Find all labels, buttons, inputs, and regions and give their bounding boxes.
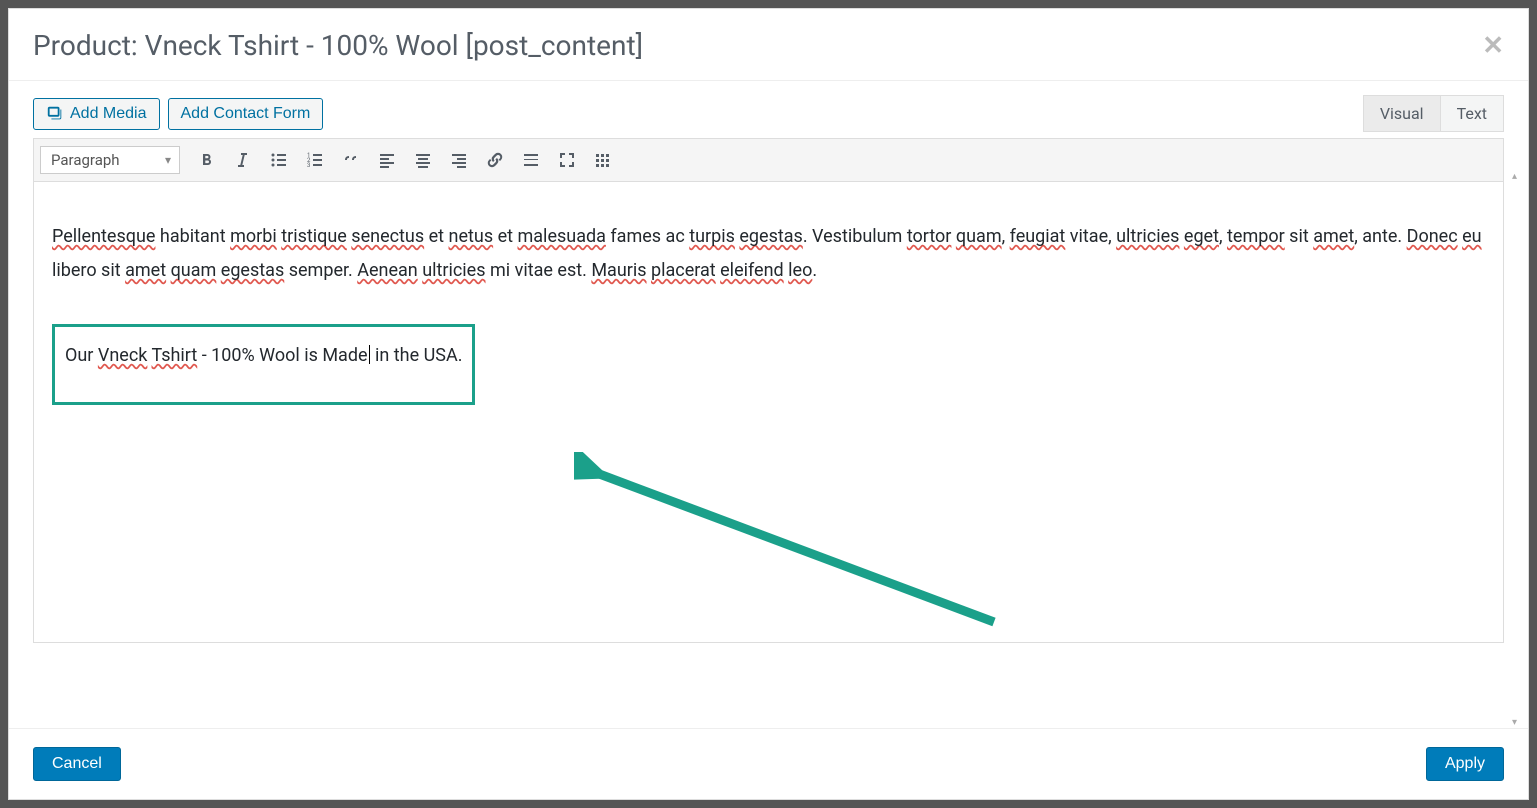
content-paragraph-1[interactable]: Pellentesque habitant morbi tristique se…: [52, 220, 1485, 288]
close-icon[interactable]: ✕: [1482, 33, 1504, 59]
apply-button[interactable]: Apply: [1426, 747, 1504, 781]
italic-icon[interactable]: [226, 143, 260, 177]
media-icon: [46, 105, 64, 123]
add-contact-form-button[interactable]: Add Contact Form: [168, 98, 324, 130]
svg-text:3: 3: [307, 162, 310, 169]
cancel-button[interactable]: Cancel: [33, 747, 121, 781]
readmore-icon[interactable]: [514, 143, 548, 177]
add-contact-form-label: Add Contact Form: [181, 105, 311, 123]
kitchensink-icon[interactable]: [586, 143, 620, 177]
modal-header: Product: Vneck Tshirt - 100% Wool [post_…: [9, 9, 1528, 80]
modal-title: Product: Vneck Tshirt - 100% Wool [post_…: [33, 29, 643, 62]
align-center-icon[interactable]: [406, 143, 440, 177]
fullscreen-icon[interactable]: [550, 143, 584, 177]
link-icon[interactable]: [478, 143, 512, 177]
bullet-list-icon[interactable]: [262, 143, 296, 177]
editor-tabs: Visual Text: [1363, 95, 1504, 132]
editor-modal: Product: Vneck Tshirt - 100% Wool [post_…: [8, 8, 1529, 800]
format-label: Paragraph: [51, 151, 120, 169]
blockquote-icon[interactable]: [334, 143, 368, 177]
align-right-icon[interactable]: [442, 143, 476, 177]
editor-toolbar: Paragraph 123: [34, 139, 1503, 182]
editor-frame: Paragraph 123 Pellentesque ha: [33, 138, 1504, 643]
media-buttons: Add Media Add Contact Form: [33, 98, 323, 130]
top-row: Add Media Add Contact Form Visual Text: [33, 95, 1504, 132]
tab-text[interactable]: Text: [1441, 95, 1504, 132]
align-left-icon[interactable]: [370, 143, 404, 177]
format-select[interactable]: Paragraph: [40, 146, 180, 174]
tab-visual[interactable]: Visual: [1363, 95, 1441, 132]
annotation-arrow-icon: [574, 452, 1014, 642]
modal-body: Add Media Add Contact Form Visual Text P…: [9, 80, 1528, 728]
number-list-icon[interactable]: 123: [298, 143, 332, 177]
modal-footer: Cancel Apply: [9, 728, 1528, 799]
annotation-highlight-box: Our Vneck Tshirt - 100% Wool is Made in …: [52, 324, 475, 404]
add-media-label: Add Media: [70, 105, 147, 123]
bold-icon[interactable]: [190, 143, 224, 177]
content-paragraph-2[interactable]: Our Vneck Tshirt - 100% Wool is Made in …: [65, 339, 462, 373]
editor-content[interactable]: Pellentesque habitant morbi tristique se…: [34, 182, 1503, 642]
scrollbar[interactable]: [1512, 173, 1524, 728]
add-media-button[interactable]: Add Media: [33, 98, 160, 130]
